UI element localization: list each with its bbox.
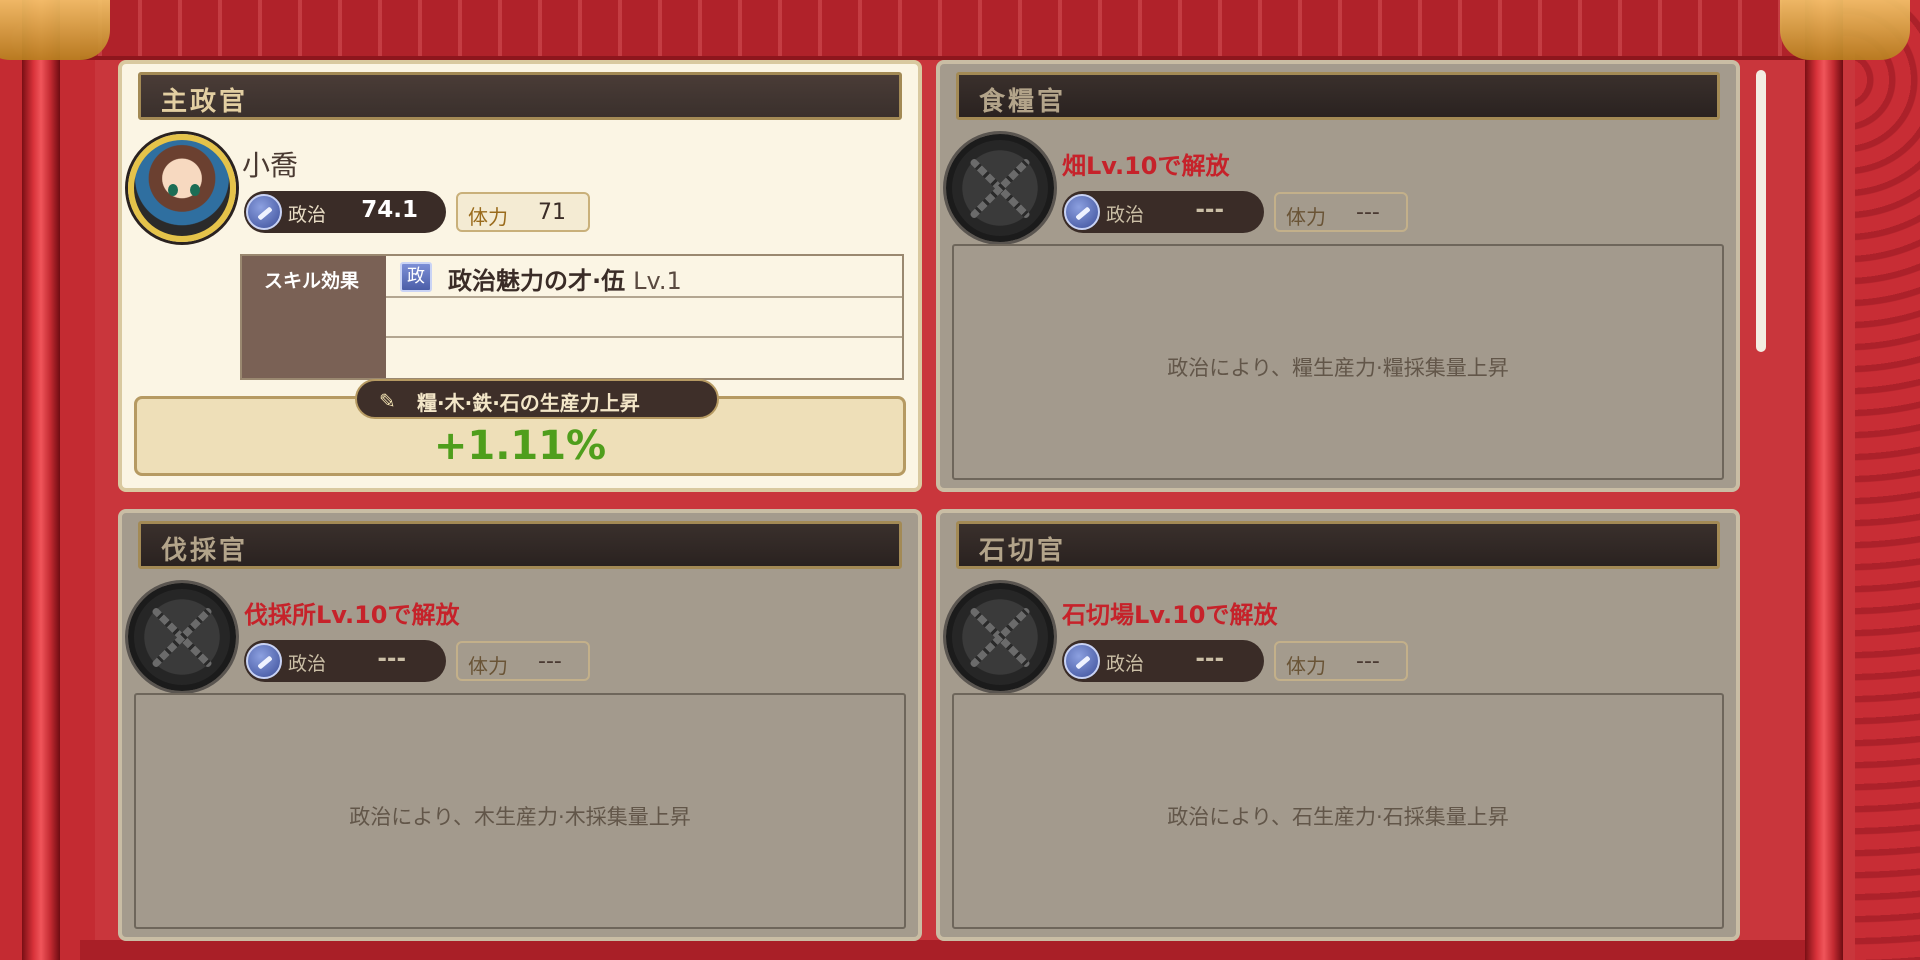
skill-politics-icon: 政 (400, 262, 432, 292)
locked-slot-portrait[interactable] (946, 134, 1054, 242)
politics-value: --- (377, 646, 406, 672)
stamina-stat: 体力 71 (456, 192, 590, 232)
panel-title-bar: 食糧官 (956, 72, 1720, 120)
stamina-label: 体力 (468, 205, 508, 229)
politics-stat: 政治 74.1 (244, 191, 446, 233)
production-bonus-box: ✎ 糧·木·鉄·石の生産力上昇 +1.11% (134, 379, 906, 476)
brush-icon: ✎ (379, 389, 396, 413)
effect-description-box: 政治により、木生産力·木採集量上昇 (134, 693, 906, 929)
stamina-value: --- (538, 649, 562, 674)
stamina-value: --- (1356, 649, 1380, 674)
panel-title-bar: 主政官 (138, 72, 902, 120)
politics-stat: 政治 --- (1062, 191, 1264, 233)
skill-name: 政治魅力の才·伍 Lv.1 (448, 261, 682, 296)
portrait-eye (168, 184, 178, 196)
effect-description: 政治により、石生産力·石採集量上昇 (1167, 805, 1509, 829)
politics-stat: 政治 --- (244, 640, 446, 682)
effect-description: 政治により、木生産力·木採集量上昇 (349, 805, 691, 829)
portrait-eye (190, 184, 200, 196)
skill-level: Lv.1 (633, 267, 682, 295)
officer-portrait[interactable] (128, 134, 236, 242)
right-pillar (1805, 0, 1843, 960)
bottom-band (80, 940, 1820, 960)
politics-label: 政治 (288, 653, 327, 675)
stamina-label: 体力 (1286, 654, 1326, 678)
stamina-stat: 体力 --- (1274, 192, 1408, 232)
politics-brush-icon (246, 194, 282, 230)
scrollbar-thumb[interactable] (1756, 70, 1766, 352)
panel-food-officer[interactable]: 食糧官 畑Lv.10で解放 政治 --- 体力 --- 政治により、糧生産力·糧… (936, 60, 1740, 492)
stamina-label: 体力 (468, 654, 508, 678)
panel-chief-officer[interactable]: 主政官 小喬 政治 74.1 体力 71 スキル効果 政 政治魅力の才·伍 Lv.… (118, 60, 922, 492)
politics-label: 政治 (1106, 204, 1145, 226)
effect-description: 政治により、糧生産力·糧採集量上昇 (1167, 356, 1509, 380)
stamina-label: 体力 (1286, 205, 1326, 229)
politics-stat: 政治 --- (1062, 640, 1264, 682)
stamina-stat: 体力 --- (456, 641, 590, 681)
locked-slot-portrait[interactable] (128, 583, 236, 691)
effect-description-box: 政治により、糧生産力·糧採集量上昇 (952, 244, 1724, 480)
panel-title-bar: 石切官 (956, 521, 1720, 569)
left-pillar-ornament (0, 0, 110, 60)
panel-stone-officer[interactable]: 石切官 石切場Lv.10で解放 政治 --- 体力 --- 政治により、石生産力… (936, 509, 1740, 941)
unlock-requirement: 石切場Lv.10で解放 (1062, 601, 1278, 629)
panel-lumber-officer[interactable]: 伐採官 伐採所Lv.10で解放 政治 --- 体力 --- 政治により、木生産力… (118, 509, 922, 941)
skill-effect-table: スキル効果 政 政治魅力の才·伍 Lv.1 (240, 254, 904, 380)
skill-header-label: スキル効果 (264, 270, 360, 292)
right-pillar-ornament (1780, 0, 1910, 60)
production-value: +1.11% (433, 423, 607, 469)
panel-title-bar: 伐採官 (138, 521, 902, 569)
politics-value: --- (1195, 646, 1224, 672)
skill-row[interactable]: 政 政治魅力の才·伍 Lv.1 (386, 256, 902, 298)
skill-row-empty (386, 298, 902, 338)
panel-title: 食糧官 (979, 87, 1067, 117)
unlock-requirement: 畑Lv.10で解放 (1062, 152, 1230, 180)
officer-name: 小喬 (242, 149, 299, 182)
top-pattern-band (80, 0, 1820, 60)
left-pillar (22, 0, 60, 960)
panel-title: 石切官 (979, 536, 1067, 566)
stamina-value: 71 (538, 200, 566, 225)
politics-label: 政治 (1106, 653, 1145, 675)
skill-header-cell: スキル効果 (242, 256, 386, 378)
politics-label: 政治 (288, 204, 327, 226)
panel-title: 主政官 (161, 87, 249, 117)
production-label-pill: ✎ 糧·木·鉄·石の生産力上昇 (355, 379, 719, 419)
politics-brush-icon (1064, 194, 1100, 230)
politics-value: 74.1 (361, 197, 418, 223)
stamina-value: --- (1356, 200, 1380, 225)
politics-brush-icon (1064, 643, 1100, 679)
unlock-requirement: 伐採所Lv.10で解放 (244, 601, 460, 629)
skill-name-text: 政治魅力の才·伍 (448, 267, 626, 295)
politics-brush-icon (246, 643, 282, 679)
panel-title: 伐採官 (161, 536, 249, 566)
locked-slot-portrait[interactable] (946, 583, 1054, 691)
politics-value: --- (1195, 197, 1224, 223)
effect-description-box: 政治により、石生産力·石採集量上昇 (952, 693, 1724, 929)
stamina-stat: 体力 --- (1274, 641, 1408, 681)
production-label: 糧·木·鉄·石の生産力上昇 (417, 391, 640, 415)
